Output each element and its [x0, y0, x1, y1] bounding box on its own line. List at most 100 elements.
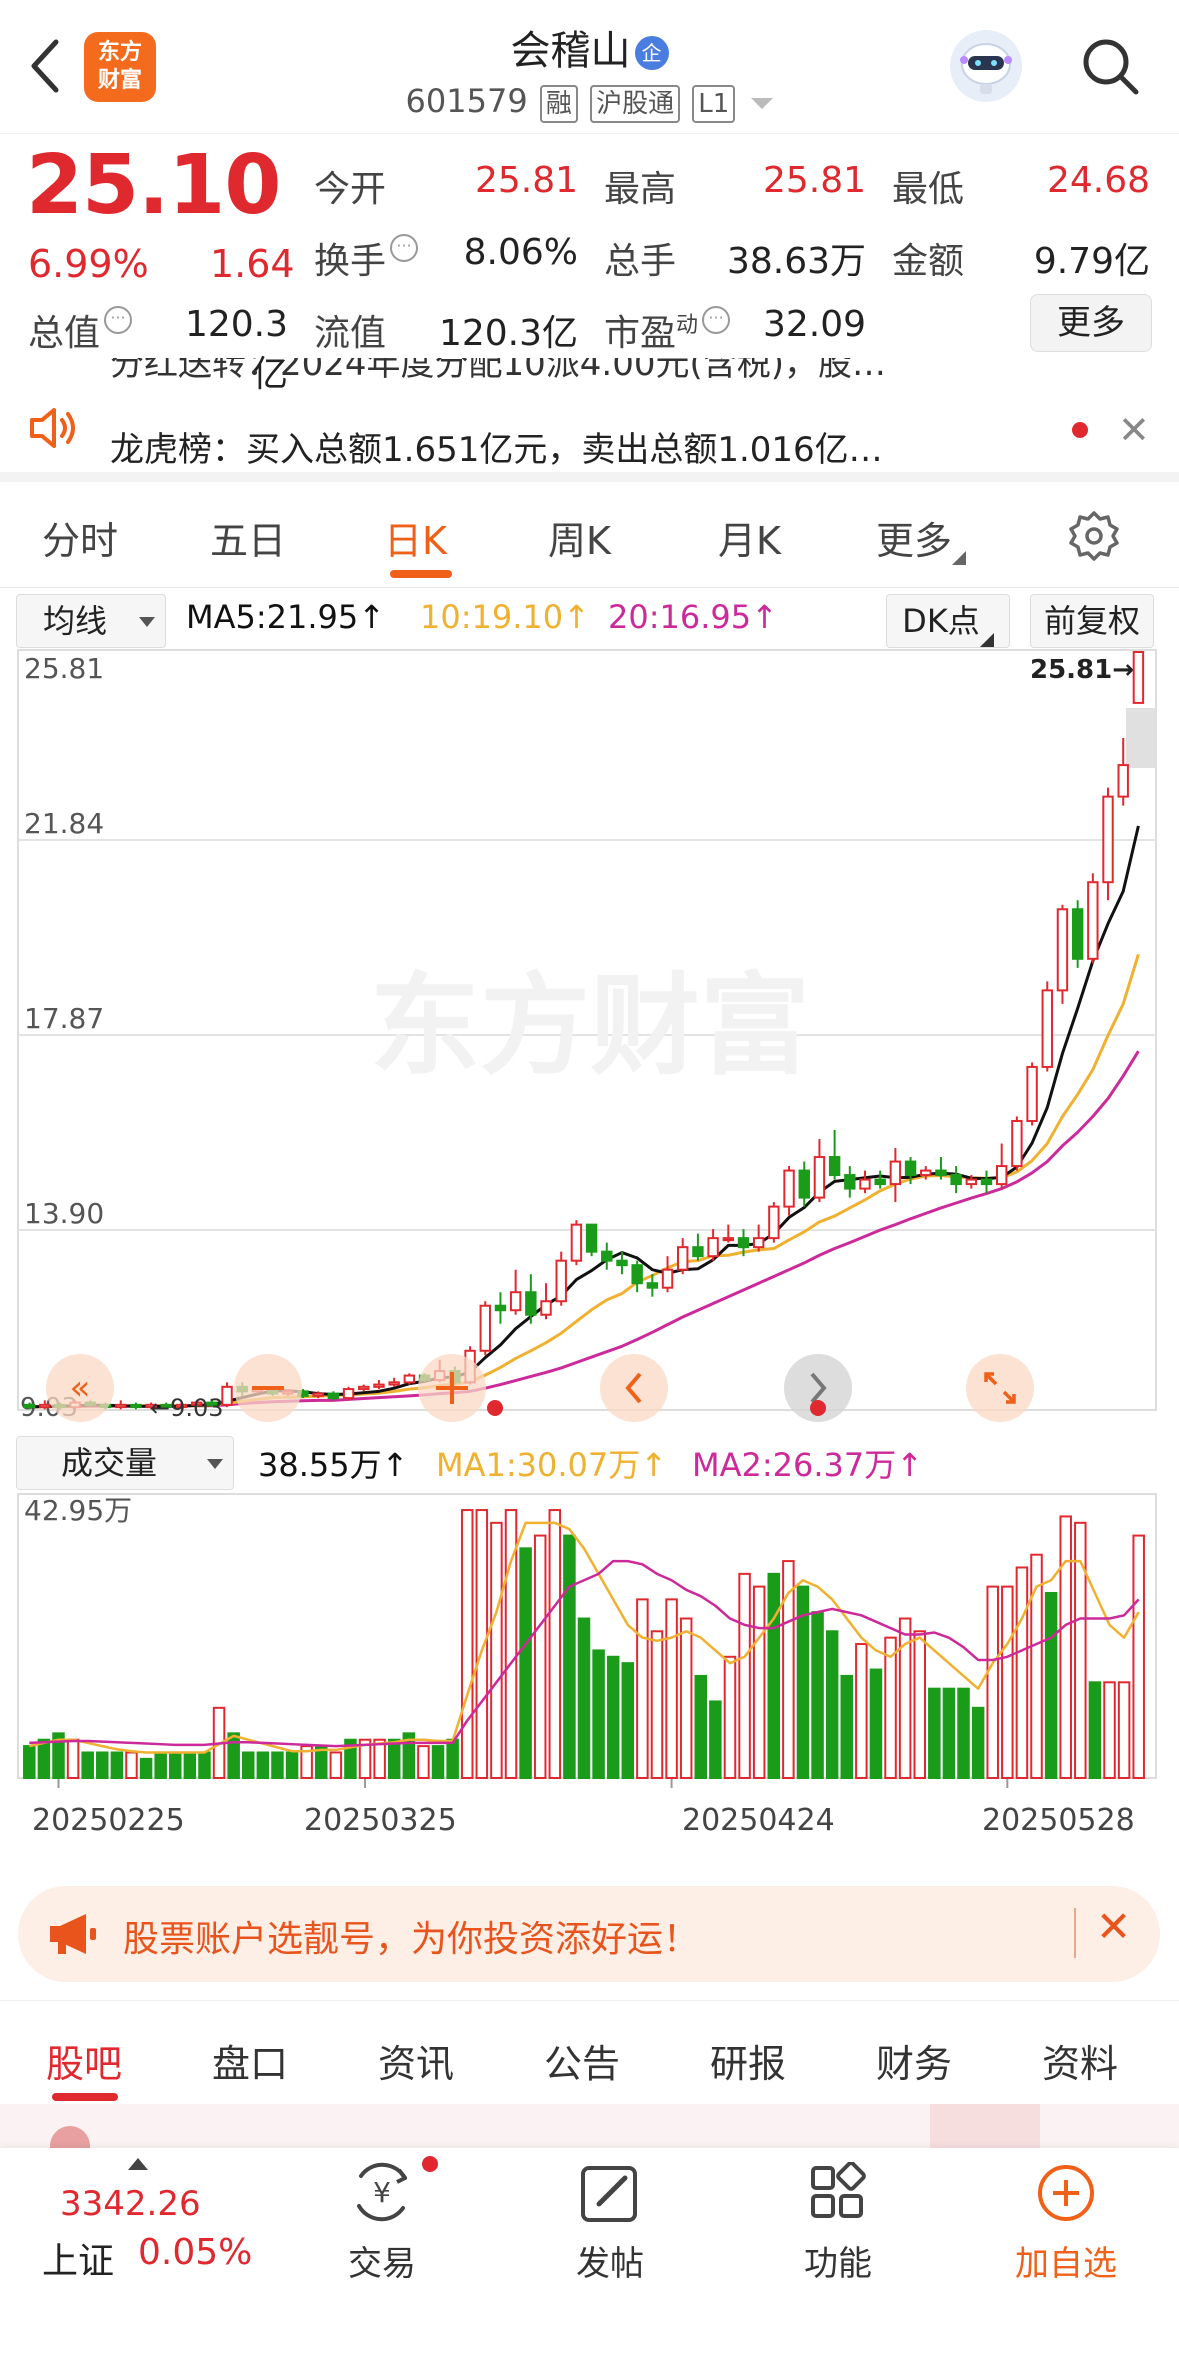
info-dots-icon[interactable]: ··· — [104, 306, 133, 334]
y-label-2: 21.84 — [24, 807, 104, 840]
volume-bar-down — [285, 1751, 299, 1780]
search-icon[interactable] — [1080, 36, 1140, 96]
volume-select-label: 成交量 — [61, 1444, 158, 1482]
active-tab-underline — [390, 570, 452, 578]
ma10-value: 10:19.10↑ — [420, 598, 590, 636]
fullscreen-button[interactable] — [966, 1354, 1034, 1422]
stock-name: 会稽山 — [510, 28, 631, 74]
float-value: 120.3亿 — [438, 313, 578, 354]
tab-five-day[interactable]: 五日 — [210, 510, 286, 565]
candle-up — [39, 1403, 51, 1409]
candle-up — [509, 1291, 522, 1312]
candle-down — [980, 1178, 993, 1186]
robot-assistant-icon[interactable] — [950, 30, 1022, 102]
volume-bar-up — [636, 1598, 649, 1779]
volume-bar-down — [198, 1751, 211, 1780]
pe-sup: 动 — [676, 313, 699, 338]
mktcap-label-text: 总值 — [28, 313, 101, 354]
volume-select[interactable]: 成交量 — [16, 1436, 234, 1490]
volume-bar-up — [533, 1534, 547, 1779]
event-dot[interactable] — [810, 1400, 826, 1416]
pe-value: 32.09 — [762, 304, 866, 345]
close-icon[interactable]: ✕ — [1118, 408, 1150, 452]
candle-down — [327, 1392, 340, 1400]
volume-bar-down — [811, 1611, 824, 1780]
volume-bar-up — [125, 1751, 138, 1780]
amount-label: 金额 — [892, 241, 965, 282]
tab-financials[interactable]: 财务 — [876, 2033, 952, 2088]
kline-chart[interactable]: 东方财富 25.81 21.84 17.87 13.90 9.03 25.81→… — [0, 646, 1179, 1436]
nav-post[interactable]: 发帖 — [540, 2162, 680, 2285]
volume-bar-down — [169, 1751, 182, 1780]
volume-bar-up — [460, 1509, 474, 1779]
volume-bar-up — [752, 1585, 766, 1779]
tab-news[interactable]: 资讯 — [378, 2033, 454, 2088]
volume-bar-down — [1088, 1681, 1102, 1779]
candle-down — [494, 1304, 507, 1312]
dk-point-button[interactable]: DK点 — [886, 594, 1010, 648]
content-peek — [0, 2104, 1179, 2150]
mktcap-label[interactable]: 总值 ··· — [28, 304, 133, 356]
candle-down — [844, 1174, 856, 1190]
candle-up — [889, 1160, 902, 1186]
turnover-label[interactable]: 换手 ··· — [314, 232, 419, 284]
candle-up — [540, 1300, 552, 1316]
volume-bar-down — [387, 1738, 401, 1779]
last-price: 25.10 — [26, 138, 281, 233]
volume-bar-up — [66, 1738, 80, 1779]
candle-up — [570, 1223, 583, 1262]
volume-chart[interactable]: 42.95万 20250225 20250325 20250424 202505… — [0, 1490, 1179, 1870]
x-date-1: 20250225 — [32, 1803, 185, 1838]
volume-bar-up — [329, 1751, 343, 1780]
tab-order-book[interactable]: 盘口 — [212, 2033, 288, 2088]
megaphone-icon — [50, 1914, 96, 1954]
tab-more[interactable]: 更多 — [876, 510, 967, 565]
close-icon[interactable]: ✕ — [1096, 1902, 1131, 1951]
volume-bar-up — [723, 1655, 737, 1779]
volume-bar-up — [490, 1521, 503, 1779]
adjust-button[interactable]: 前复权 — [1030, 594, 1154, 648]
nav-trade-label: 交易 — [348, 2244, 416, 2284]
nav-functions-label: 功能 — [804, 2244, 872, 2284]
gear-icon[interactable] — [1068, 510, 1120, 562]
volume-value: 38.63万 — [726, 241, 866, 282]
notice-text[interactable]: 龙虎榜：买入总额1.651亿元，卖出总额1.016亿… — [110, 422, 883, 471]
candle-up — [555, 1259, 567, 1303]
nav-functions[interactable]: 功能 — [768, 2162, 908, 2285]
tab-more-label: 更多 — [876, 519, 953, 563]
info-dots-icon[interactable]: ··· — [702, 306, 731, 334]
tab-research[interactable]: 研报 — [710, 2033, 786, 2088]
high-marker: 25.81→ — [1030, 655, 1134, 685]
tab-daily-k[interactable]: 日K — [384, 510, 447, 565]
ma-select[interactable]: 均线 — [16, 594, 166, 648]
pe-label[interactable]: 市盈动 ··· — [604, 304, 731, 356]
volume-bar-down — [840, 1674, 854, 1779]
tab-weekly-k[interactable]: 周K — [548, 510, 611, 565]
event-dot[interactable] — [487, 1400, 503, 1416]
tab-profile[interactable]: 资料 — [1042, 2033, 1118, 2088]
active-tab-underline — [52, 2093, 118, 2101]
candle-down — [585, 1223, 598, 1253]
candle-down — [23, 1403, 36, 1409]
volume-bar-down — [519, 1547, 532, 1779]
more-button[interactable]: 更多 — [1030, 294, 1152, 352]
info-dots-icon[interactable]: ··· — [390, 234, 419, 262]
candle-up — [1102, 795, 1114, 884]
notice-bar[interactable]: 龙虎榜：买入总额1.651亿元，卖出总额1.016亿… ✕ — [0, 382, 1179, 482]
volume-bar-down — [942, 1687, 956, 1779]
volume-bar-up — [855, 1643, 868, 1779]
volume-bar-down — [183, 1751, 197, 1780]
candle-up — [677, 1246, 689, 1271]
nav-trade[interactable]: ¥ 交易 — [312, 2162, 452, 2285]
corner-caret-icon — [979, 633, 994, 647]
tab-announcements[interactable]: 公告 — [544, 2033, 620, 2088]
tab-intraday[interactable]: 分时 — [42, 510, 118, 565]
volume-y-max: 42.95万 — [24, 1494, 132, 1527]
ma-select-label: 均线 — [43, 602, 108, 640]
tab-forum[interactable]: 股吧 — [46, 2033, 122, 2088]
prev-button[interactable] — [600, 1354, 668, 1422]
promo-banner[interactable]: 股票账户选靓号，为你投资添好运！ ✕ — [18, 1886, 1160, 1982]
candle-down — [737, 1237, 750, 1249]
nav-add-watchlist[interactable]: 加自选 — [996, 2162, 1136, 2285]
tab-monthly-k[interactable]: 月K — [718, 510, 781, 565]
